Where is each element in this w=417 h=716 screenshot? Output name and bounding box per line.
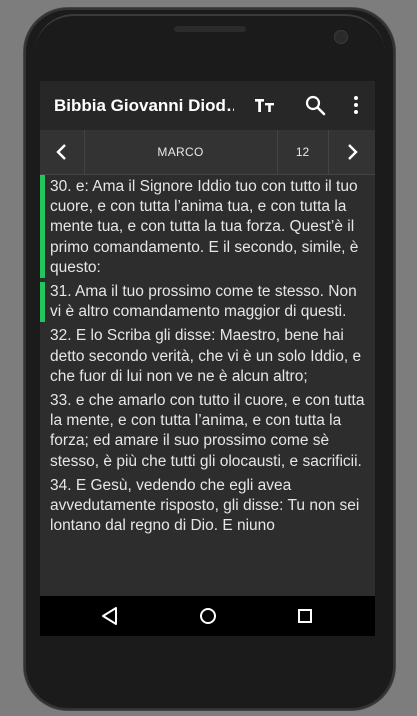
app-screen: Bibbia Giovanni Diod… MARCO 12 30. e: Am… xyxy=(40,81,375,636)
next-chapter-button[interactable] xyxy=(328,130,375,174)
phone-speaker xyxy=(174,26,246,32)
phone-camera xyxy=(334,30,348,44)
recents-square-icon xyxy=(298,609,312,623)
book-selector[interactable]: MARCO xyxy=(84,130,278,174)
phone-top-edge xyxy=(34,14,385,56)
search-icon[interactable] xyxy=(303,93,327,117)
chapter-selector[interactable]: 12 xyxy=(277,130,329,174)
more-vert-icon[interactable] xyxy=(344,93,368,117)
verse-34[interactable]: 34. E Gesù, vedendo che egli avea avvedu… xyxy=(40,476,375,537)
verse-31[interactable]: 31. Ama il tuo prossimo come te stesso. … xyxy=(40,282,375,323)
chevron-right-icon xyxy=(347,144,358,160)
text-size-icon[interactable] xyxy=(253,93,277,117)
home-button[interactable] xyxy=(196,604,220,628)
verse-33[interactable]: 33. e che amarlo con tutto il cuore, e c… xyxy=(40,391,375,472)
verse-list[interactable]: 30. e: Ama il Signore Iddio tuo con tutt… xyxy=(40,175,375,596)
previous-chapter-button[interactable] xyxy=(40,130,85,174)
app-title: Bibbia Giovanni Diod… xyxy=(54,96,234,115)
chapter-navigation: MARCO 12 xyxy=(40,130,375,175)
back-triangle-icon xyxy=(102,607,117,625)
verse-30[interactable]: 30. e: Ama il Signore Iddio tuo con tutt… xyxy=(40,175,375,279)
app-bar: Bibbia Giovanni Diod… xyxy=(40,81,375,130)
recents-button[interactable] xyxy=(293,604,317,628)
back-button[interactable] xyxy=(98,604,122,628)
system-navigation-bar xyxy=(40,596,375,636)
chevron-left-icon xyxy=(56,144,66,160)
verse-32[interactable]: 32. E lo Scriba gli disse: Maestro, bene… xyxy=(40,326,375,387)
home-circle-icon xyxy=(200,608,216,624)
